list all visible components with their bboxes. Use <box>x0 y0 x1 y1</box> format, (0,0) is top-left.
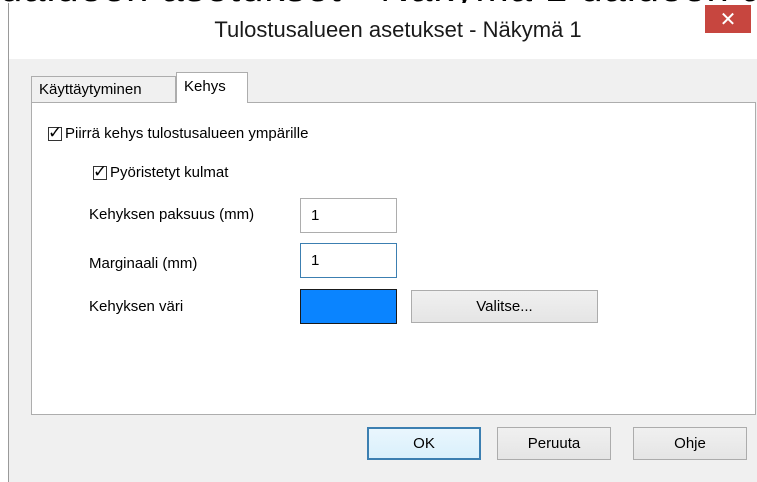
title-bar[interactable]: Tulostusalueen asetukset - Näkymä 1 ✕ <box>9 3 757 59</box>
checkmark-icon: ✓ <box>48 122 63 142</box>
frame-color-label: Kehyksen väri <box>89 298 184 315</box>
draw-frame-checkbox[interactable]: ✓ <box>48 123 62 142</box>
draw-frame-label: Piirrä kehys tulostusalueen ympärille <box>65 125 309 142</box>
rounded-corners-checkbox[interactable]: ✓ <box>93 162 107 181</box>
close-button[interactable]: ✕ <box>705 5 751 33</box>
frame-thickness-label: Kehyksen paksuus (mm) <box>89 206 255 223</box>
cancel-label: Peruuta <box>527 435 581 452</box>
choose-color-label: Valitse... <box>476 298 533 315</box>
draw-frame-checkbox-row[interactable]: ✓ Piirrä kehys tulostusalueen ympärille <box>48 123 309 142</box>
help-label: Ohje <box>674 435 706 452</box>
ok-label: OK <box>413 435 435 452</box>
checkmark-icon: ✓ <box>93 161 108 181</box>
tab-behavior[interactable]: Käyttäytyminen <box>31 76 176 102</box>
frame-settings-panel: ✓ Piirrä kehys tulostusalueen ympärille … <box>31 102 756 415</box>
tab-frame-label: Kehys <box>184 78 226 95</box>
frame-color-swatch[interactable] <box>300 289 397 324</box>
margin-label: Marginaali (mm) <box>89 255 198 272</box>
window-title: Tulostusalueen asetukset - Näkymä 1 <box>214 17 582 42</box>
ok-button[interactable]: OK <box>367 427 481 460</box>
frame-thickness-input[interactable] <box>300 198 397 233</box>
tab-frame[interactable]: Kehys <box>176 72 248 103</box>
help-button[interactable]: Ohje <box>633 427 747 460</box>
choose-color-button[interactable]: Valitse... <box>411 290 598 323</box>
rounded-corners-label: Pyöristetyt kulmat <box>110 164 229 181</box>
margin-input[interactable] <box>300 243 397 278</box>
tab-behavior-label: Käyttäytyminen <box>39 81 142 98</box>
close-icon: ✕ <box>719 8 737 31</box>
rounded-corners-checkbox-row[interactable]: ✓ Pyöristetyt kulmat <box>93 162 229 181</box>
print-area-settings-dialog: Tulostusalueen asetukset - Näkymä 1 ✕ Kä… <box>8 3 757 482</box>
cancel-button[interactable]: Peruuta <box>497 427 611 460</box>
